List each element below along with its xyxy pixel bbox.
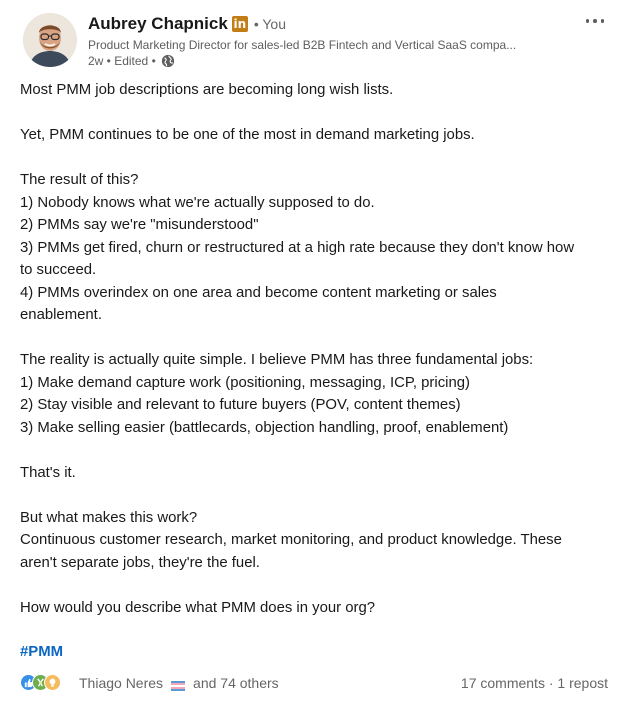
flag-icon bbox=[171, 678, 186, 691]
author-relation: • You bbox=[253, 16, 286, 32]
author-headline: Product Marketing Director for sales-led… bbox=[88, 38, 517, 52]
globe-icon bbox=[161, 54, 175, 68]
post-text-line: But what makes this work? bbox=[20, 509, 198, 526]
post-body: Most PMM job descriptions are becoming l… bbox=[20, 79, 620, 619]
author-name-row[interactable]: Aubrey Chapnick in • You bbox=[88, 14, 286, 34]
more-dot-icon bbox=[593, 19, 597, 23]
hashtag-link[interactable]: #PMM bbox=[20, 644, 63, 660]
post-text-line: The result of this? bbox=[20, 172, 139, 188]
post-text-line: 3) Make selling easier (battlecards, obj… bbox=[20, 419, 509, 436]
comments-count[interactable]: 17 comments bbox=[461, 675, 545, 691]
post-text-line: 1) Nobody knows what we're actually supp… bbox=[20, 194, 375, 211]
post-text-line: Continuous customer research, market mon… bbox=[20, 532, 562, 548]
more-options-button[interactable] bbox=[580, 8, 610, 34]
author-name[interactable]: Aubrey Chapnick bbox=[88, 14, 228, 34]
post-text-line: enablement. bbox=[20, 307, 102, 323]
reactor-name[interactable]: Thiago Neres bbox=[79, 675, 163, 691]
post-text-line: aren't separate jobs, they're the fuel. bbox=[20, 554, 260, 571]
insightful-icon bbox=[44, 674, 61, 691]
more-dot-icon bbox=[585, 19, 590, 23]
post-text-line: 4) PMMs overindex on one area and become… bbox=[20, 284, 497, 301]
engagement-counts: 17 comments · 1 repost bbox=[461, 675, 608, 691]
post-text-line: Yet, PMM continues to be one of the most… bbox=[20, 127, 475, 143]
reposts-count[interactable]: 1 repost bbox=[557, 675, 608, 691]
post-meta: 2w • Edited • bbox=[88, 54, 175, 68]
reaction-icons[interactable] bbox=[20, 674, 61, 691]
post-text-line: The reality is actually quite simple. I … bbox=[20, 352, 534, 368]
post-text-line: 1) Make demand capture work (positioning… bbox=[20, 374, 470, 391]
post-card: Aubrey Chapnick in • You Product Marketi… bbox=[0, 0, 625, 721]
post-text-line: Most PMM job descriptions are becoming l… bbox=[20, 82, 394, 98]
post-text-line: 2) PMMs say we're "misunderstood" bbox=[20, 217, 259, 233]
post-text-line: 2) Stay visible and relevant to future b… bbox=[20, 397, 461, 413]
count-separator: · bbox=[544, 675, 558, 691]
post-text-line: 3) PMMs get fired, churn or restructured… bbox=[20, 239, 575, 256]
author-avatar[interactable] bbox=[23, 13, 77, 67]
more-dot-icon bbox=[600, 19, 605, 23]
post-text-line: That's it. bbox=[20, 464, 76, 481]
post-text-line: How would you describe what PMM does in … bbox=[20, 599, 376, 616]
reactor-others[interactable]: and 74 others bbox=[193, 675, 279, 691]
reactors-link[interactable]: Thiago Neres and 74 others bbox=[79, 675, 279, 691]
post-time: 2w • Edited • bbox=[88, 54, 156, 68]
post-text-line: to succeed. bbox=[20, 262, 97, 278]
linkedin-premium-icon: in bbox=[231, 16, 248, 32]
